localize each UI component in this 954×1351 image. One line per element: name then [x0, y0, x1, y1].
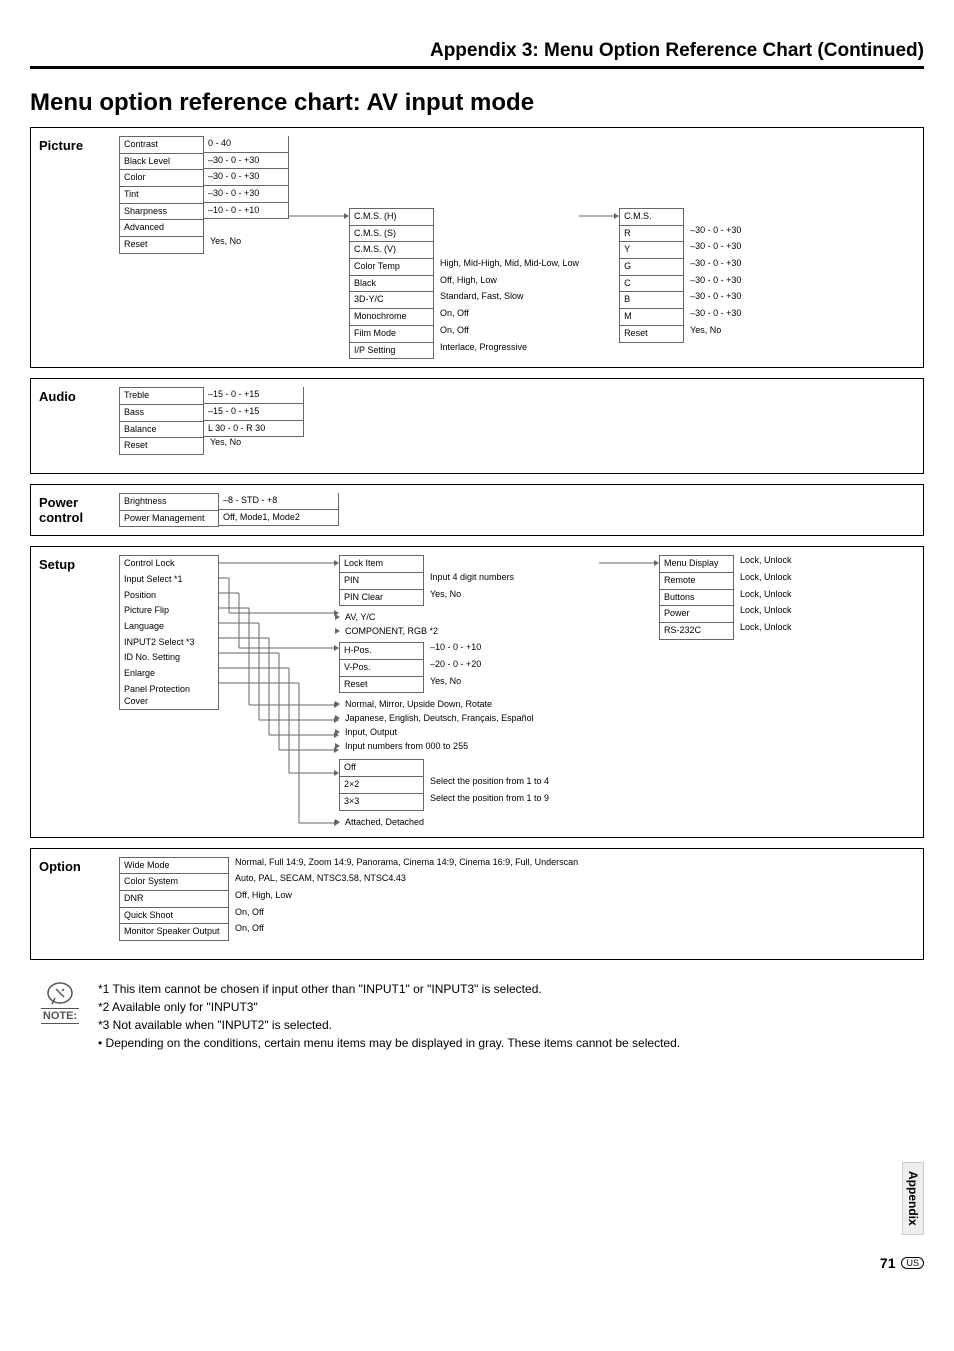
- page-number: 71: [880, 1255, 896, 1271]
- page-header: Appendix 3: Menu Option Reference Chart …: [30, 40, 924, 69]
- header-title: Appendix 3: Menu Option Reference Chart …: [430, 40, 924, 62]
- page-footer: 71 US: [30, 1255, 924, 1271]
- section-setup: Setup Control Lock Input Select *1 Posit…: [30, 546, 924, 837]
- section-picture: Picture Contrast0 - 40 Black Level–30 - …: [30, 127, 924, 368]
- note-icon: NOTE:: [30, 980, 90, 1052]
- table-row: Contrast: [119, 136, 204, 154]
- note-block: NOTE: *1 This item cannot be chosen if i…: [30, 980, 924, 1052]
- page-subtitle: Menu option reference chart: AV input mo…: [30, 89, 924, 117]
- section-audio: Audio Treble–15 - 0 - +15 Bass–15 - 0 - …: [30, 378, 924, 474]
- sidebar-label: Appendix: [902, 1162, 924, 1235]
- section-label: Picture: [39, 136, 119, 359]
- section-power-control: Power control Brightness–8 - STD - +8 Po…: [30, 484, 924, 536]
- region-badge: US: [901, 1257, 924, 1269]
- section-option: Option Wide ModeNormal, Full 14:9, Zoom …: [30, 848, 924, 960]
